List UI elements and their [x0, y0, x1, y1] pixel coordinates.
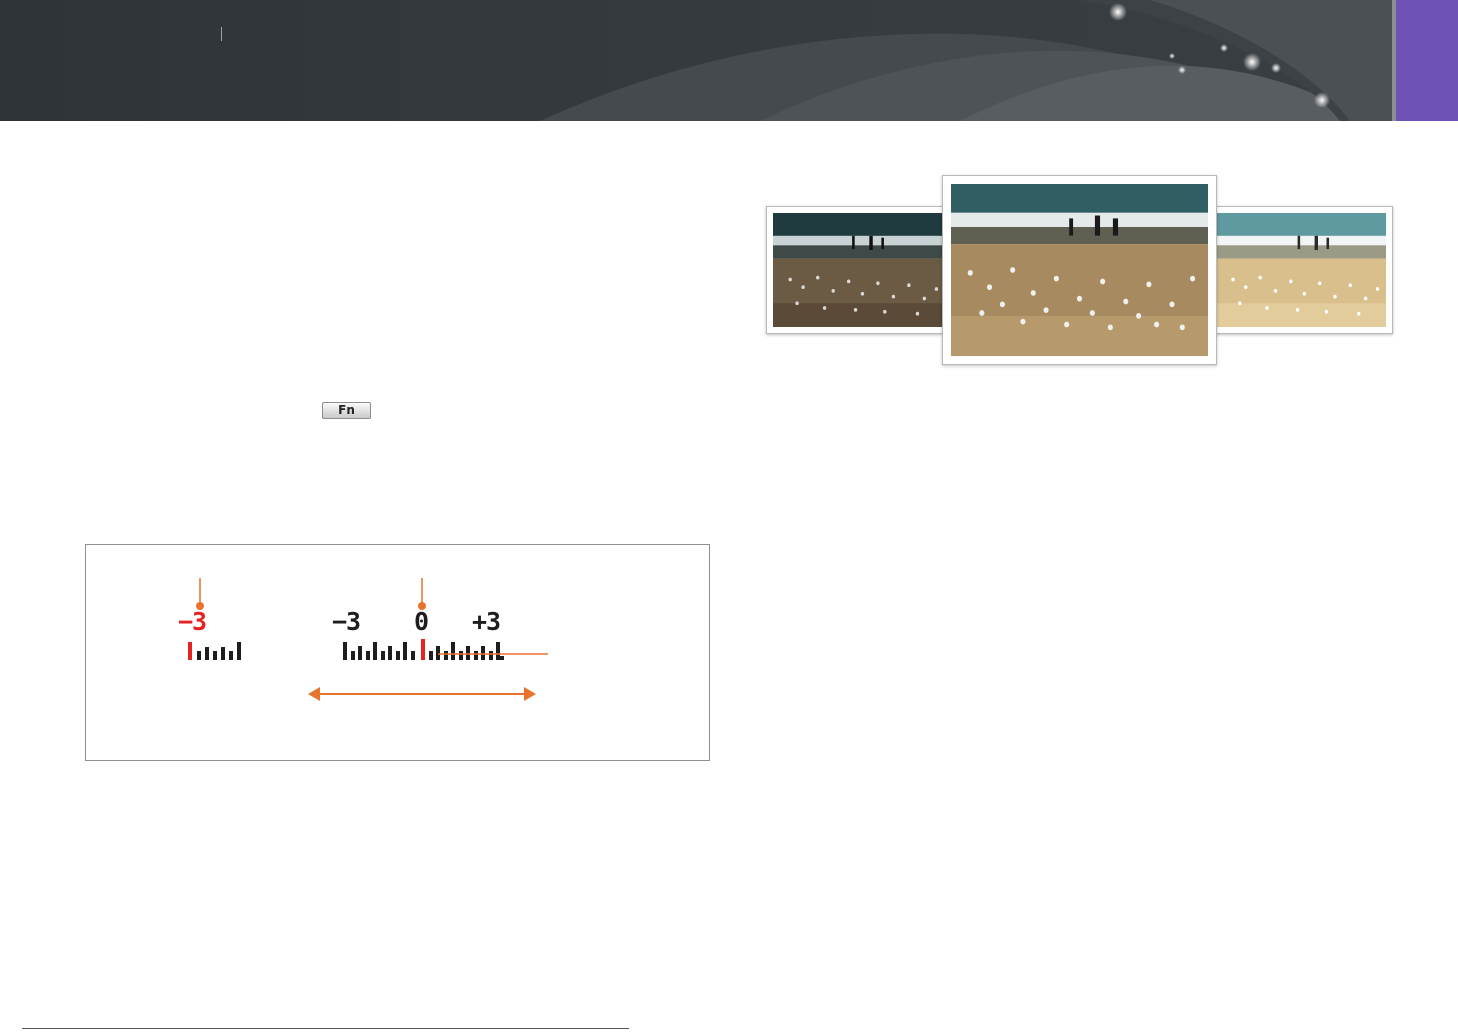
- header-swirl-graphic: [540, 0, 1392, 121]
- photo-overexposed: [1209, 206, 1393, 334]
- photo-underexposed: [766, 206, 952, 334]
- chapter-tab[interactable]: [1396, 0, 1458, 121]
- beach-image-bright: [1216, 213, 1386, 327]
- exposure-bracket-diagram: −3 −3 0 +3: [85, 544, 710, 761]
- photo-normal: [942, 175, 1217, 365]
- footer-rule: [22, 1028, 629, 1029]
- fn-key-icon: Fn: [322, 402, 371, 419]
- plus-exposure-label: +3: [472, 607, 501, 636]
- page-header: [0, 0, 1458, 121]
- bracket-range-arrow: [308, 687, 536, 701]
- header-divider: [221, 27, 222, 41]
- zero-exposure-label: 0: [414, 607, 429, 636]
- left-exposure-value: −3: [178, 607, 207, 636]
- center-scale-marker: [421, 639, 425, 660]
- minus-exposure-label: −3: [332, 607, 361, 636]
- left-scale: [188, 642, 241, 660]
- bracket-diagram-graphics: [188, 578, 548, 701]
- beach-image-normal: [951, 184, 1208, 356]
- beach-image-dark: [773, 213, 945, 327]
